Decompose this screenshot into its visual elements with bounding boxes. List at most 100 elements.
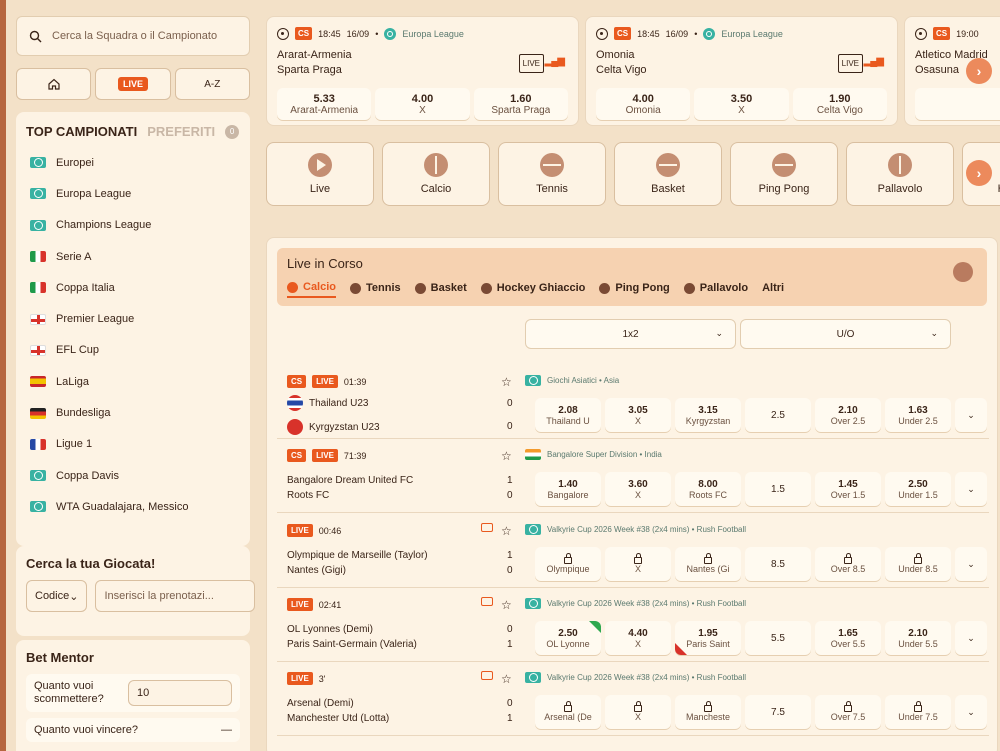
star-icon[interactable]: ☆ — [501, 449, 512, 463]
championship-item[interactable]: Coppa Italia — [30, 272, 250, 303]
odd-button[interactable]: 1.65 Over 5.5 — [815, 621, 881, 655]
more-markets-button[interactable]: ⌄ — [955, 695, 987, 729]
odd-button[interactable]: 2.10 Over 2.5 — [815, 398, 881, 432]
odd-button[interactable]: Mancheste — [675, 695, 741, 729]
win-row[interactable]: Quanto vuoi vincere? — — [26, 718, 240, 742]
odd-button[interactable]: 1.45 Over 1.5 — [815, 472, 881, 506]
sport-card-football[interactable]: Calcio — [382, 142, 490, 206]
tv-icon[interactable] — [481, 597, 493, 606]
odd-button[interactable]: 3.05 X — [605, 398, 671, 432]
team-search[interactable] — [16, 16, 250, 56]
sport-card-tennis[interactable]: Tennis — [498, 142, 606, 206]
featured-match-card[interactable]: CS 18:45 16/09 • Europa League Ararat-Ar… — [266, 16, 579, 126]
championship-item[interactable]: Europei — [30, 147, 250, 178]
odd-button[interactable]: 3.15 Kyrgyzstan — [675, 398, 741, 432]
live-tab[interactable]: Tennis — [350, 281, 401, 298]
odd-button[interactable]: 3.60 X — [605, 472, 671, 506]
championship-item[interactable]: Europa League — [30, 178, 250, 209]
sport-card-volleyball[interactable]: Pallavolo — [846, 142, 954, 206]
sports-next-arrow[interactable]: › — [966, 160, 992, 186]
match-row[interactable]: LIVE 3' ☆ Valkyrie Cup 2026 Week #38 (2x… — [277, 662, 989, 736]
match-row[interactable]: CS LIVE 71:39 ☆ Bangalore Super Division… — [277, 439, 989, 513]
championship-item[interactable]: Ligue 1 — [30, 429, 250, 460]
more-markets-button[interactable]: ⌄ — [955, 621, 987, 655]
championship-item[interactable]: LaLiga — [30, 366, 250, 397]
live-tab[interactable]: Hockey Ghiaccio — [480, 281, 585, 298]
favorites-tab[interactable]: PREFERITI — [147, 124, 215, 139]
more-markets-button[interactable]: ⌄ — [955, 472, 987, 506]
odd-button[interactable]: 8.00 Roots FC — [675, 472, 741, 506]
championship-item[interactable]: Bundesliga — [30, 397, 250, 428]
odd-button[interactable]: 1.60 Sparta Praga — [473, 88, 568, 120]
sport-card-ping-pong[interactable]: Ping Pong — [730, 142, 838, 206]
match-row[interactable]: CS LIVE 01:39 ☆ Giochi Asiatici • Asia T… — [277, 365, 989, 439]
odd-button[interactable]: 1.63 Under 2.5 — [885, 398, 951, 432]
sport-card-basketball[interactable]: Basket — [614, 142, 722, 206]
more-markets-button[interactable]: ⌄ — [955, 398, 987, 432]
stake-input[interactable] — [128, 680, 232, 706]
championship-item[interactable]: Champions League — [30, 210, 250, 241]
home-button[interactable] — [16, 68, 92, 100]
market-1x2-select[interactable]: 1x2 ⌄ — [525, 319, 736, 349]
odd-button[interactable]: Under 8.5 — [885, 547, 951, 581]
top-championships-tab[interactable]: TOP CAMPIONATI — [26, 124, 137, 139]
live-tab[interactable]: Pallavolo — [683, 281, 748, 298]
chevron-down-icon: ⌄ — [967, 706, 975, 717]
live-tab-label: Tennis — [366, 282, 401, 294]
home-score: 0 — [507, 398, 513, 409]
odd-button[interactable]: 2.08 Thailand U — [535, 398, 601, 432]
tv-icon[interactable] — [481, 671, 493, 680]
away-team: Nantes (Gigi) — [287, 565, 346, 576]
odd-button[interactable]: 5.33 Ararat-Armenia — [277, 88, 372, 120]
star-icon[interactable]: ☆ — [501, 672, 512, 686]
championship-item[interactable]: WTA Guadalajara, Messico — [30, 491, 250, 522]
odd-button[interactable]: Over 7.5 — [815, 695, 881, 729]
code-select[interactable]: Codice ⌄ — [26, 580, 88, 612]
odd-button[interactable]: 2.50 OL Lyonne — [535, 621, 601, 655]
live-button[interactable]: LIVE — [95, 68, 171, 100]
odd-button[interactable]: 4.00 Omonia — [596, 88, 691, 120]
odd-button[interactable]: 2.50 Under 1.5 — [885, 472, 951, 506]
championship-item[interactable]: Premier League — [30, 303, 250, 334]
star-icon[interactable]: ☆ — [501, 524, 512, 538]
more-markets-button[interactable]: ⌄ — [955, 547, 987, 581]
az-button[interactable]: A-Z — [174, 68, 250, 100]
league-flag-icon — [525, 524, 541, 535]
odd-button[interactable]: 1.40 Bangalore — [535, 472, 601, 506]
odd-button[interactable]: X — [605, 695, 671, 729]
sport-card-live[interactable]: Live — [266, 142, 374, 206]
collapse-icon[interactable]: — — [221, 724, 232, 736]
code-select-value: Codice — [35, 590, 70, 602]
odd-button[interactable]: 1.90 Celta Vigo — [792, 88, 887, 120]
odd-button[interactable]: X — [605, 547, 671, 581]
market-uo-select[interactable]: U/O ⌄ — [740, 319, 951, 349]
odd-button[interactable]: 3.50 X — [694, 88, 789, 120]
live-tab[interactable]: Ping Pong — [599, 281, 670, 298]
match-row[interactable]: LIVE 02:41 ☆ Valkyrie Cup 2026 Week #38 … — [277, 588, 989, 662]
odd-button[interactable]: Under 7.5 — [885, 695, 951, 729]
odd-button[interactable]: 4.40 X — [605, 621, 671, 655]
stake-label: Quanto vuoi scommettere? — [34, 680, 104, 705]
match-row[interactable]: LIVE 00:46 ☆ Valkyrie Cup 2026 Week #38 … — [277, 514, 989, 588]
live-tab[interactable]: Basket — [414, 281, 467, 298]
featured-next-arrow[interactable]: › — [966, 58, 992, 84]
championship-item[interactable]: Coppa Davis — [30, 460, 250, 491]
tv-icon[interactable] — [481, 523, 493, 532]
live-tab[interactable]: Altri — [762, 281, 784, 298]
odd-button[interactable]: 1.38 Atletico Madrid — [915, 88, 1000, 120]
championship-item[interactable]: EFL Cup — [30, 335, 250, 366]
booking-code-input[interactable] — [95, 580, 256, 612]
odd-button[interactable]: 2.10 Under 5.5 — [885, 621, 951, 655]
odd-button[interactable]: Arsenal (De — [535, 695, 601, 729]
featured-match-card[interactable]: CS 18:45 16/09 • Europa League Omonia Ce… — [585, 16, 898, 126]
championship-item[interactable]: Serie A — [30, 241, 250, 272]
search-input[interactable] — [52, 30, 237, 42]
odd-button[interactable]: 4.00 X — [375, 88, 470, 120]
live-tab[interactable]: Calcio — [287, 281, 337, 298]
odd-button[interactable]: Over 8.5 — [815, 547, 881, 581]
star-icon[interactable]: ☆ — [501, 375, 512, 389]
star-icon[interactable]: ☆ — [501, 598, 512, 612]
odd-button[interactable]: 1.95 Paris Saint — [675, 621, 741, 655]
odd-button[interactable]: Olympique — [535, 547, 601, 581]
odd-button[interactable]: Nantes (Gi — [675, 547, 741, 581]
